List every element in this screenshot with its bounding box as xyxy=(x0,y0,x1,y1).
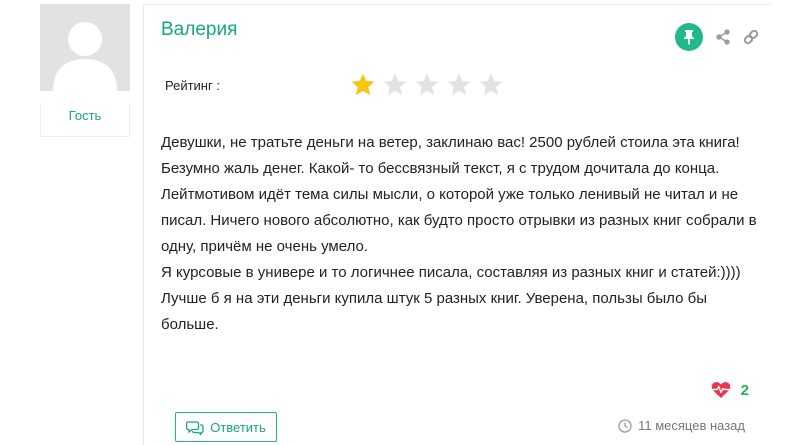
review-timestamp: 11 месяцев назад xyxy=(618,418,745,433)
like-count: 2 xyxy=(740,381,749,399)
pin-button[interactable] xyxy=(675,23,703,51)
author-name[interactable]: Валерия xyxy=(161,19,237,41)
review-paragraph: Я курсовые в универе и то логичнее писал… xyxy=(161,264,741,281)
author-role-badge: Гость xyxy=(40,103,130,137)
review-text: Девушки, не тратьте деньги на ветер, зак… xyxy=(161,130,761,338)
clock-icon xyxy=(618,418,632,433)
link-icon xyxy=(743,29,759,45)
review-paragraph: Девушки, не тратьте деньги на ветер, зак… xyxy=(161,134,757,255)
heartbeat-icon xyxy=(711,382,730,398)
star-empty-icon[interactable] xyxy=(414,72,440,98)
comments-icon xyxy=(186,420,204,435)
like-button[interactable]: 2 xyxy=(711,381,749,399)
star-filled-icon[interactable] xyxy=(350,72,376,98)
share-icon xyxy=(716,29,730,45)
rating-label: Рейтинг : xyxy=(165,78,220,93)
pin-icon xyxy=(683,30,695,45)
star-empty-icon[interactable] xyxy=(478,72,504,98)
review-paragraph: Лучше б я на эти деньги купила штук 5 ра… xyxy=(161,290,707,333)
review-time-text: 11 месяцев назад xyxy=(638,418,745,433)
copy-link-button[interactable] xyxy=(741,27,761,47)
reply-button-label: Ответить xyxy=(210,419,266,435)
share-button[interactable] xyxy=(713,27,733,47)
avatar xyxy=(40,4,130,91)
star-empty-icon[interactable] xyxy=(446,72,472,98)
review-card: Валерия Рейтинг: Девушки, не тратьте де… xyxy=(143,4,771,445)
rating-stars xyxy=(350,72,510,98)
review-actions xyxy=(675,23,761,51)
star-empty-icon[interactable] xyxy=(382,72,408,98)
reply-button[interactable]: Ответить xyxy=(175,412,277,442)
default-user-avatar-icon xyxy=(40,4,130,91)
